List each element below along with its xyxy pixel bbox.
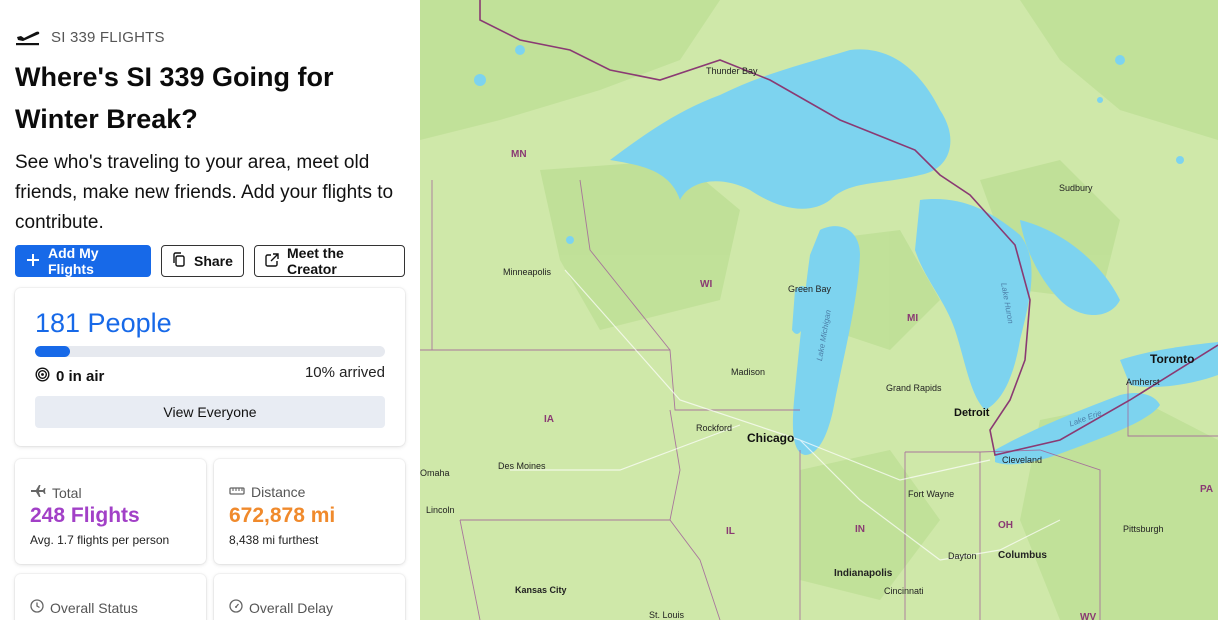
total-label: Total bbox=[52, 484, 82, 501]
page-title: Where's SI 339 Going for Winter Break? bbox=[15, 62, 334, 134]
city-label: Amherst bbox=[1126, 377, 1160, 387]
city-label: Grand Rapids bbox=[886, 383, 942, 393]
distance-label-row: Distance bbox=[229, 484, 305, 500]
state-label: WI bbox=[700, 279, 713, 290]
total-flights-value: 248 Flights bbox=[30, 504, 140, 527]
city-label: Detroit bbox=[954, 407, 990, 419]
distance-value: 672,878 mi bbox=[229, 504, 336, 527]
total-flights-sub: Avg. 1.7 flights per person bbox=[30, 533, 170, 547]
city-label: Rockford bbox=[696, 423, 733, 433]
state-label: IA bbox=[544, 414, 554, 425]
total-label-row: Total bbox=[30, 484, 82, 501]
city-label: Cincinnati bbox=[884, 586, 924, 596]
arrival-progress-fill bbox=[35, 346, 70, 357]
plus-icon bbox=[26, 253, 40, 270]
people-count: 181 People bbox=[35, 308, 172, 338]
in-air-status: 0 in air bbox=[35, 367, 104, 386]
city-label: Toronto bbox=[1150, 352, 1195, 366]
arrived-percent: 10% arrived bbox=[304, 364, 385, 381]
city-label: Indianapolis bbox=[834, 568, 893, 579]
city-label: Dayton bbox=[948, 551, 977, 561]
state-label: PA bbox=[1200, 484, 1214, 495]
view-everyone-button[interactable]: View Everyone bbox=[35, 396, 385, 428]
city-label: Kansas City bbox=[515, 585, 567, 595]
share-button[interactable]: Share bbox=[161, 245, 244, 277]
state-label: WV bbox=[1080, 612, 1097, 620]
city-label: Fort Wayne bbox=[908, 489, 955, 499]
status-label: Overall Status bbox=[50, 599, 138, 616]
map-base bbox=[420, 0, 1218, 620]
state-label: MN bbox=[511, 149, 527, 160]
city-label: Green Bay bbox=[788, 284, 832, 294]
state-label: IL bbox=[726, 526, 735, 537]
city-label: Omaha bbox=[420, 468, 450, 478]
brand-row: SI 339 FLIGHTS bbox=[15, 24, 165, 51]
add-my-flights-button[interactable]: Add My Flights bbox=[15, 245, 151, 277]
overall-delay-card: Overall Delay bbox=[214, 574, 405, 620]
delay-label-row: Overall Delay bbox=[229, 599, 333, 616]
delay-label: Overall Delay bbox=[249, 599, 334, 616]
city-label: Sudbury bbox=[1059, 183, 1093, 193]
overall-status-card: Overall Status bbox=[15, 574, 206, 620]
external-link-icon bbox=[265, 252, 279, 270]
flight-map[interactable]: Thunder Bay Sudbury Minneapolis Green Ba… bbox=[420, 0, 1218, 620]
state-label: IN bbox=[855, 524, 865, 535]
city-label: St. Louis bbox=[649, 610, 685, 620]
distance-label: Distance bbox=[251, 484, 306, 500]
distance-card: Distance 672,878 mi 8,438 mi furthest bbox=[214, 459, 405, 564]
state-label: MI bbox=[907, 313, 919, 324]
city-label: Chicago bbox=[747, 431, 795, 445]
city-label: Thunder Bay bbox=[706, 66, 758, 76]
sidebar: SI 339 FLIGHTS Where's SI 339 Going for … bbox=[0, 0, 420, 620]
meet-the-creator-label: Meet the Creator bbox=[287, 245, 344, 277]
target-icon bbox=[35, 367, 50, 386]
add-my-flights-label: Add My Flights bbox=[48, 245, 99, 277]
city-label: Columbus bbox=[998, 550, 1047, 561]
arrival-progress-bar bbox=[35, 346, 385, 357]
action-buttons: Add My Flights Share Meet the Creator bbox=[15, 245, 405, 277]
in-air-label: 0 in air bbox=[56, 368, 105, 385]
copy-icon bbox=[172, 252, 186, 270]
total-flights-card: Total 248 Flights Avg. 1.7 flights per p… bbox=[15, 459, 206, 564]
city-label: Madison bbox=[731, 367, 766, 377]
airplane-takeoff-icon bbox=[15, 24, 41, 51]
airplane-icon bbox=[30, 484, 46, 501]
page-subtitle: See who's traveling to your area, meet o… bbox=[15, 152, 394, 233]
city-label: Des Moines bbox=[498, 461, 546, 471]
state-label: OH bbox=[998, 520, 1013, 531]
ruler-icon bbox=[229, 484, 245, 500]
city-label: Minneapolis bbox=[503, 267, 552, 277]
city-label: Pittsburgh bbox=[1123, 524, 1164, 534]
people-card: 181 People 0 in air 10% arrived View Eve… bbox=[15, 288, 405, 446]
share-label: Share bbox=[194, 253, 233, 269]
city-label: Lincoln bbox=[426, 505, 455, 515]
clock-icon bbox=[30, 599, 44, 616]
meet-the-creator-button[interactable]: Meet the Creator bbox=[254, 245, 405, 277]
gauge-icon bbox=[229, 599, 243, 616]
brand-title: SI 339 FLIGHTS bbox=[51, 29, 165, 46]
distance-sub: 8,438 mi furthest bbox=[229, 533, 319, 547]
city-label: Cleveland bbox=[1002, 455, 1043, 465]
status-label-row: Overall Status bbox=[30, 599, 138, 616]
